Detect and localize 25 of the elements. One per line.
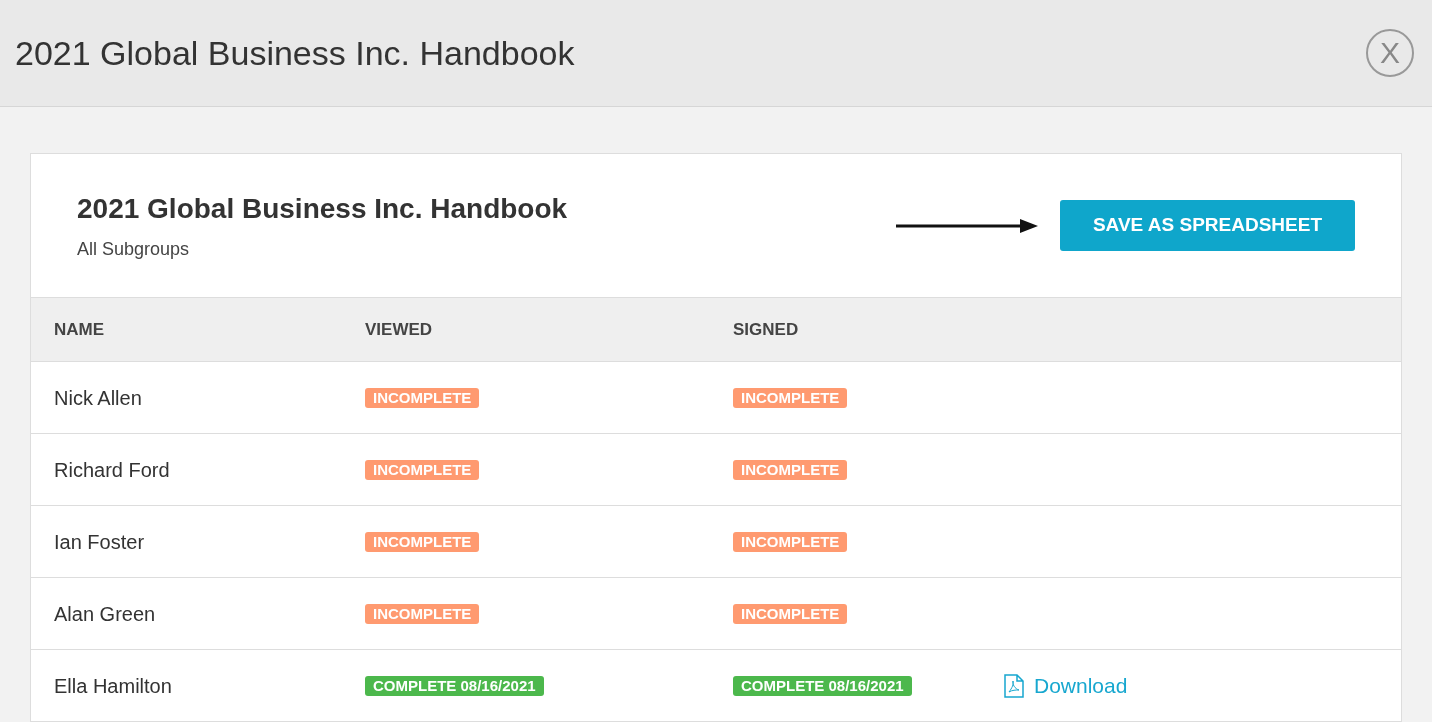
table-cell-text: Nick Allen [54, 385, 143, 411]
status-badge: INCOMPLETE [733, 603, 848, 624]
status-badge: COMPLETE 08/16/2021 [365, 675, 544, 696]
column-header: VIEWED [365, 318, 434, 341]
pdf-file-icon [1004, 673, 1024, 698]
download-link[interactable]: Download [1004, 669, 1128, 702]
status-badge: INCOMPLETE [733, 387, 848, 408]
column-header: NAME [54, 318, 106, 341]
close-button[interactable]: X [1366, 29, 1414, 77]
status-badge: COMPLETE 08/16/2021 [733, 675, 912, 696]
table-cell-text: Ella Hamilton [54, 673, 173, 699]
table-cell-text: Richard Ford [54, 457, 171, 483]
status-badge: INCOMPLETE [733, 459, 848, 480]
status-badge: INCOMPLETE [365, 459, 480, 480]
status-badge: INCOMPLETE [365, 531, 480, 552]
status-badge: INCOMPLETE [733, 531, 848, 552]
column-header: SIGNED [733, 318, 799, 341]
window-title: 2021 Global Business Inc. Handbook [15, 32, 575, 74]
table-cell-text: Ian Foster [54, 529, 146, 555]
card-title: 2021 Global Business Inc. Handbook [77, 192, 568, 226]
card-subtitle: All Subgroups [77, 238, 191, 261]
status-badge: INCOMPLETE [365, 603, 480, 624]
table-cell-text: Alan Green [54, 601, 157, 627]
status-badge: INCOMPLETE [365, 387, 480, 408]
save-as-spreadsheet-button[interactable]: SAVE AS SPREADSHEET [1060, 200, 1355, 251]
